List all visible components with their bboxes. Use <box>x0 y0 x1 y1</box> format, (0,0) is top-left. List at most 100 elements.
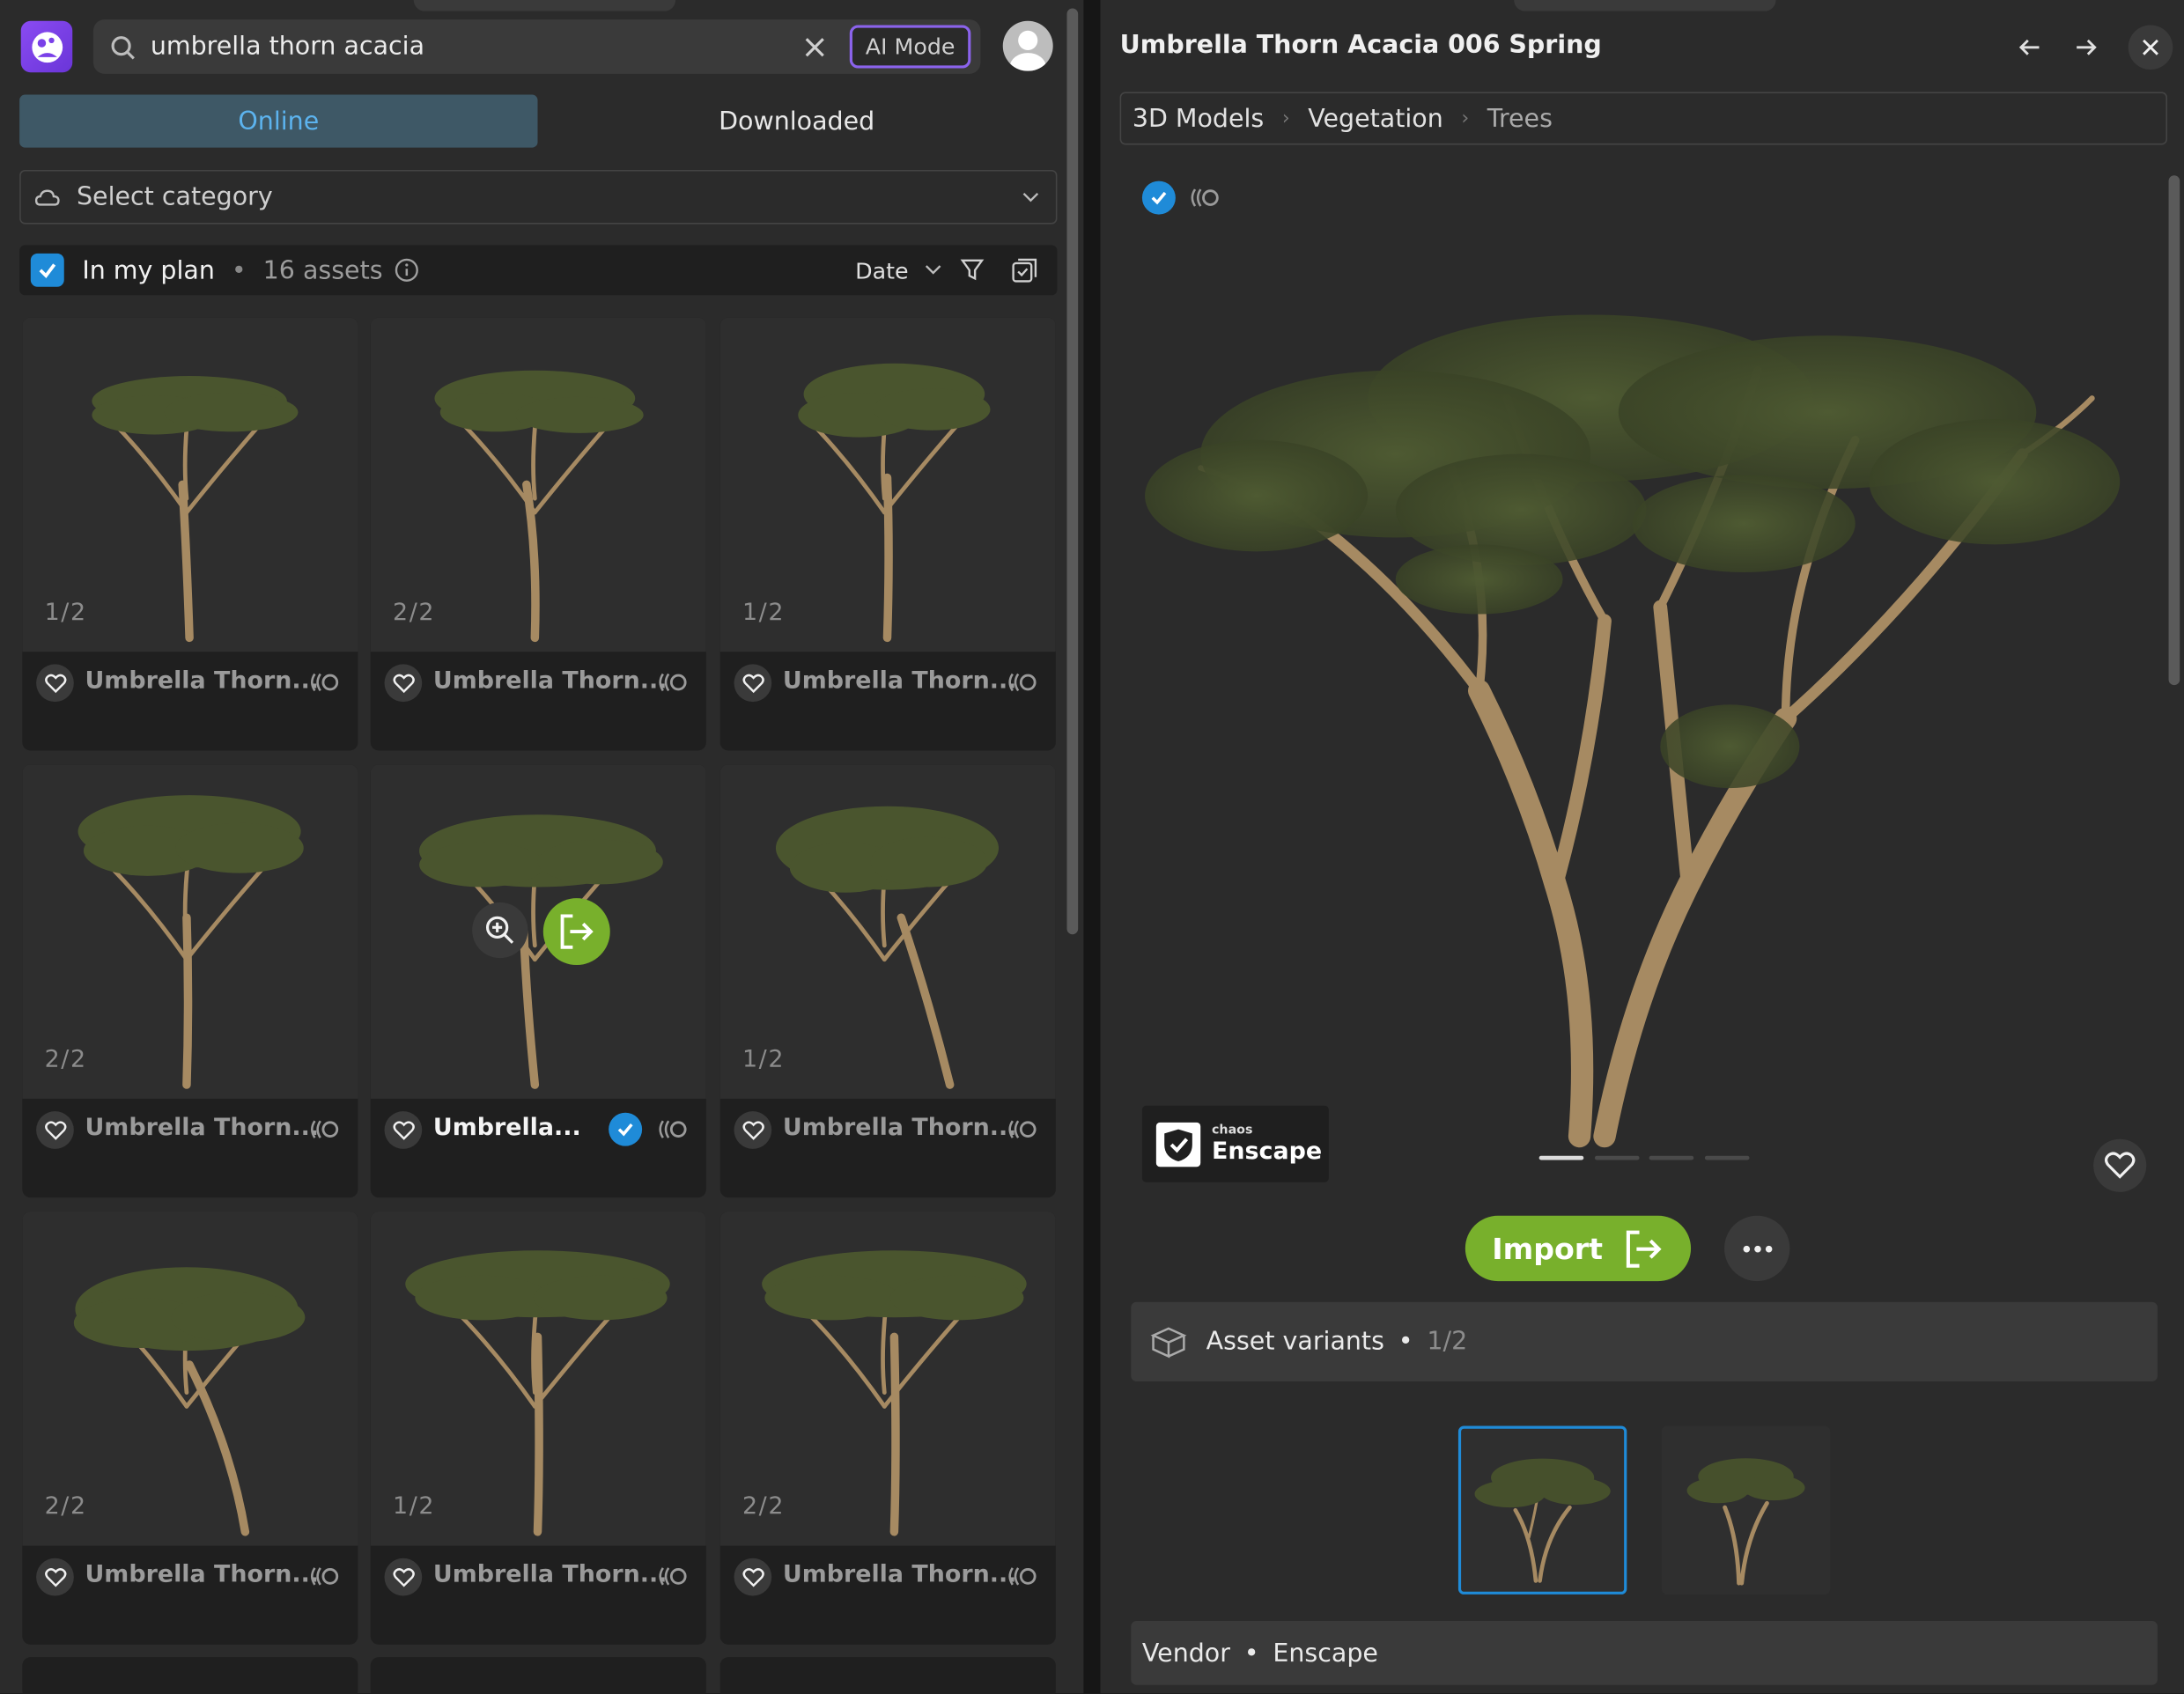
asset-card[interactable] <box>719 1657 1056 1694</box>
heart-icon <box>742 1120 764 1140</box>
variant-count: 1/2 <box>742 599 786 627</box>
info-icon[interactable] <box>394 258 418 283</box>
asset-card[interactable] <box>22 1657 358 1694</box>
asset-card[interactable]: Umbrella... <box>370 764 706 1198</box>
tab-downloaded[interactable]: Downloaded <box>537 95 1055 148</box>
favorite-button[interactable] <box>384 1111 423 1149</box>
check-icon <box>39 263 56 279</box>
scrollbar-thumb[interactable] <box>2168 175 2180 686</box>
search-input[interactable] <box>150 32 778 62</box>
variant-thumbnail[interactable] <box>1661 1425 1831 1595</box>
asset-card[interactable]: 1/2 Umbrella Thorn... <box>719 764 1056 1198</box>
heart-icon <box>742 673 764 693</box>
favorite-button[interactable] <box>2093 1138 2147 1192</box>
asset-card[interactable]: 2/2 Umbrella Thorn... <box>719 1211 1056 1645</box>
tab-online[interactable]: Online <box>19 94 538 148</box>
avatar[interactable] <box>1002 20 1053 71</box>
cube-icon <box>1150 1326 1187 1358</box>
asset-card[interactable]: 1/2 Umbrella Thorn... <box>370 1211 706 1645</box>
variant-count: 2/2 <box>742 1492 786 1521</box>
in-plan-checkbox[interactable] <box>30 253 64 287</box>
vendor-name[interactable]: Enscape <box>1273 1639 1378 1668</box>
heart-icon <box>392 1120 415 1140</box>
search-icon <box>111 35 135 59</box>
variant-count: 2/2 <box>44 1045 87 1074</box>
asset-detail-panel: Umbrella Thorn Acacia 006 Spring 3D Mode… <box>1100 0 2184 1694</box>
favorite-button[interactable] <box>36 664 74 703</box>
scrollbar-thumb[interactable] <box>1066 8 1079 935</box>
scrollbar[interactable] <box>2167 175 2181 693</box>
ai-mode-button[interactable]: AI Mode <box>849 25 971 69</box>
carousel-dot[interactable] <box>1649 1155 1694 1160</box>
favorite-button[interactable] <box>734 1558 772 1596</box>
carousel-dot[interactable] <box>1704 1155 1750 1160</box>
asset-card-footer: Umbrella... <box>371 1099 706 1160</box>
heart-icon <box>392 673 415 693</box>
arrow-left-icon[interactable] <box>2012 31 2046 64</box>
variants-count: 1/2 <box>1427 1327 1468 1357</box>
carousel-dot-active[interactable] <box>1538 1155 1584 1160</box>
import-button[interactable]: Import <box>1465 1215 1692 1282</box>
asset-card[interactable]: 1/2 Umbrella Thorn... <box>719 317 1056 751</box>
in-plan-label: In my plan <box>82 255 215 285</box>
select-all-icon[interactable] <box>1011 257 1037 284</box>
ellipsis-icon <box>1742 1245 1772 1252</box>
heart-icon <box>44 1120 66 1140</box>
chevron-down-icon <box>1022 192 1039 202</box>
favorite-button[interactable] <box>384 664 423 703</box>
variant-count: 2/2 <box>44 1492 87 1521</box>
favorite-button[interactable] <box>734 1111 772 1149</box>
category-select[interactable]: Select category <box>19 169 1058 225</box>
more-options-button[interactable] <box>1724 1215 1790 1282</box>
asset-title: Umbrella... <box>432 1114 581 1142</box>
chevron-down-icon[interactable] <box>925 265 941 276</box>
chaos-icon <box>311 1567 339 1586</box>
breadcrumb-item-vegetation[interactable]: Vegetation <box>1308 104 1443 133</box>
asset-title: Umbrella Thorn... <box>782 1114 1017 1142</box>
asset-card[interactable]: 1/2 Umbrella Thorn... <box>22 317 358 751</box>
asset-variants-section[interactable]: Asset variants • 1/2 <box>1131 1301 2158 1381</box>
bullet: • <box>1243 1638 1259 1668</box>
variant-count: 1/2 <box>393 1492 436 1521</box>
chaos-icon <box>311 1120 339 1138</box>
vendor-row: Vendor • Enscape <box>1131 1620 2158 1685</box>
chaos-icon <box>659 673 687 692</box>
asset-count: 16 assets <box>262 255 383 285</box>
asset-card[interactable]: 2/2 Umbrella Thorn... <box>22 1211 358 1645</box>
variant-count: 1/2 <box>44 599 87 627</box>
favorite-button[interactable] <box>36 1558 74 1596</box>
search-bar: AI Mode <box>92 19 981 74</box>
logo-icon[interactable] <box>20 20 73 73</box>
variant-thumbnail-selected[interactable] <box>1457 1425 1627 1595</box>
asset-card-footer: Umbrella Thorn... <box>22 652 358 713</box>
arrow-right-icon[interactable] <box>2070 31 2103 64</box>
close-icon[interactable] <box>801 33 829 62</box>
asset-thumbnail[interactable] <box>370 764 706 1099</box>
scrollbar[interactable] <box>1066 8 1080 1684</box>
variant-count: 2/2 <box>393 599 436 627</box>
breadcrumb-item-3d-models[interactable]: 3D Models <box>1133 104 1264 133</box>
favorite-button[interactable] <box>384 1558 423 1596</box>
zoom-button[interactable] <box>472 902 528 959</box>
filter-icon[interactable] <box>960 258 985 283</box>
asset-card[interactable]: 2/2 Umbrella Thorn... <box>370 317 706 751</box>
import-icon <box>1626 1229 1662 1267</box>
heart-icon <box>44 1567 66 1587</box>
asset-title: Umbrella Thorn... <box>432 667 668 696</box>
quick-import-button[interactable] <box>542 898 610 966</box>
close-button[interactable] <box>2128 25 2173 70</box>
favorite-button[interactable] <box>734 664 772 703</box>
asset-card[interactable]: 2/2 Umbrella Thorn... <box>22 764 358 1198</box>
carousel-dot[interactable] <box>1594 1155 1640 1160</box>
asset-preview-image[interactable] <box>1131 161 2156 1191</box>
chaos-icon <box>659 1567 687 1586</box>
panel-divider[interactable] <box>1083 0 1101 1694</box>
bullet: • <box>231 255 247 285</box>
filter-bar: In my plan • 16 assets Date <box>19 245 1058 296</box>
breadcrumb-item-trees[interactable]: Trees <box>1487 104 1553 133</box>
favorite-button[interactable] <box>36 1111 74 1149</box>
category-placeholder: Select category <box>76 182 273 212</box>
sort-select[interactable]: Date <box>855 257 908 284</box>
asset-card[interactable] <box>370 1657 706 1694</box>
chaos-icon <box>1008 1567 1037 1586</box>
